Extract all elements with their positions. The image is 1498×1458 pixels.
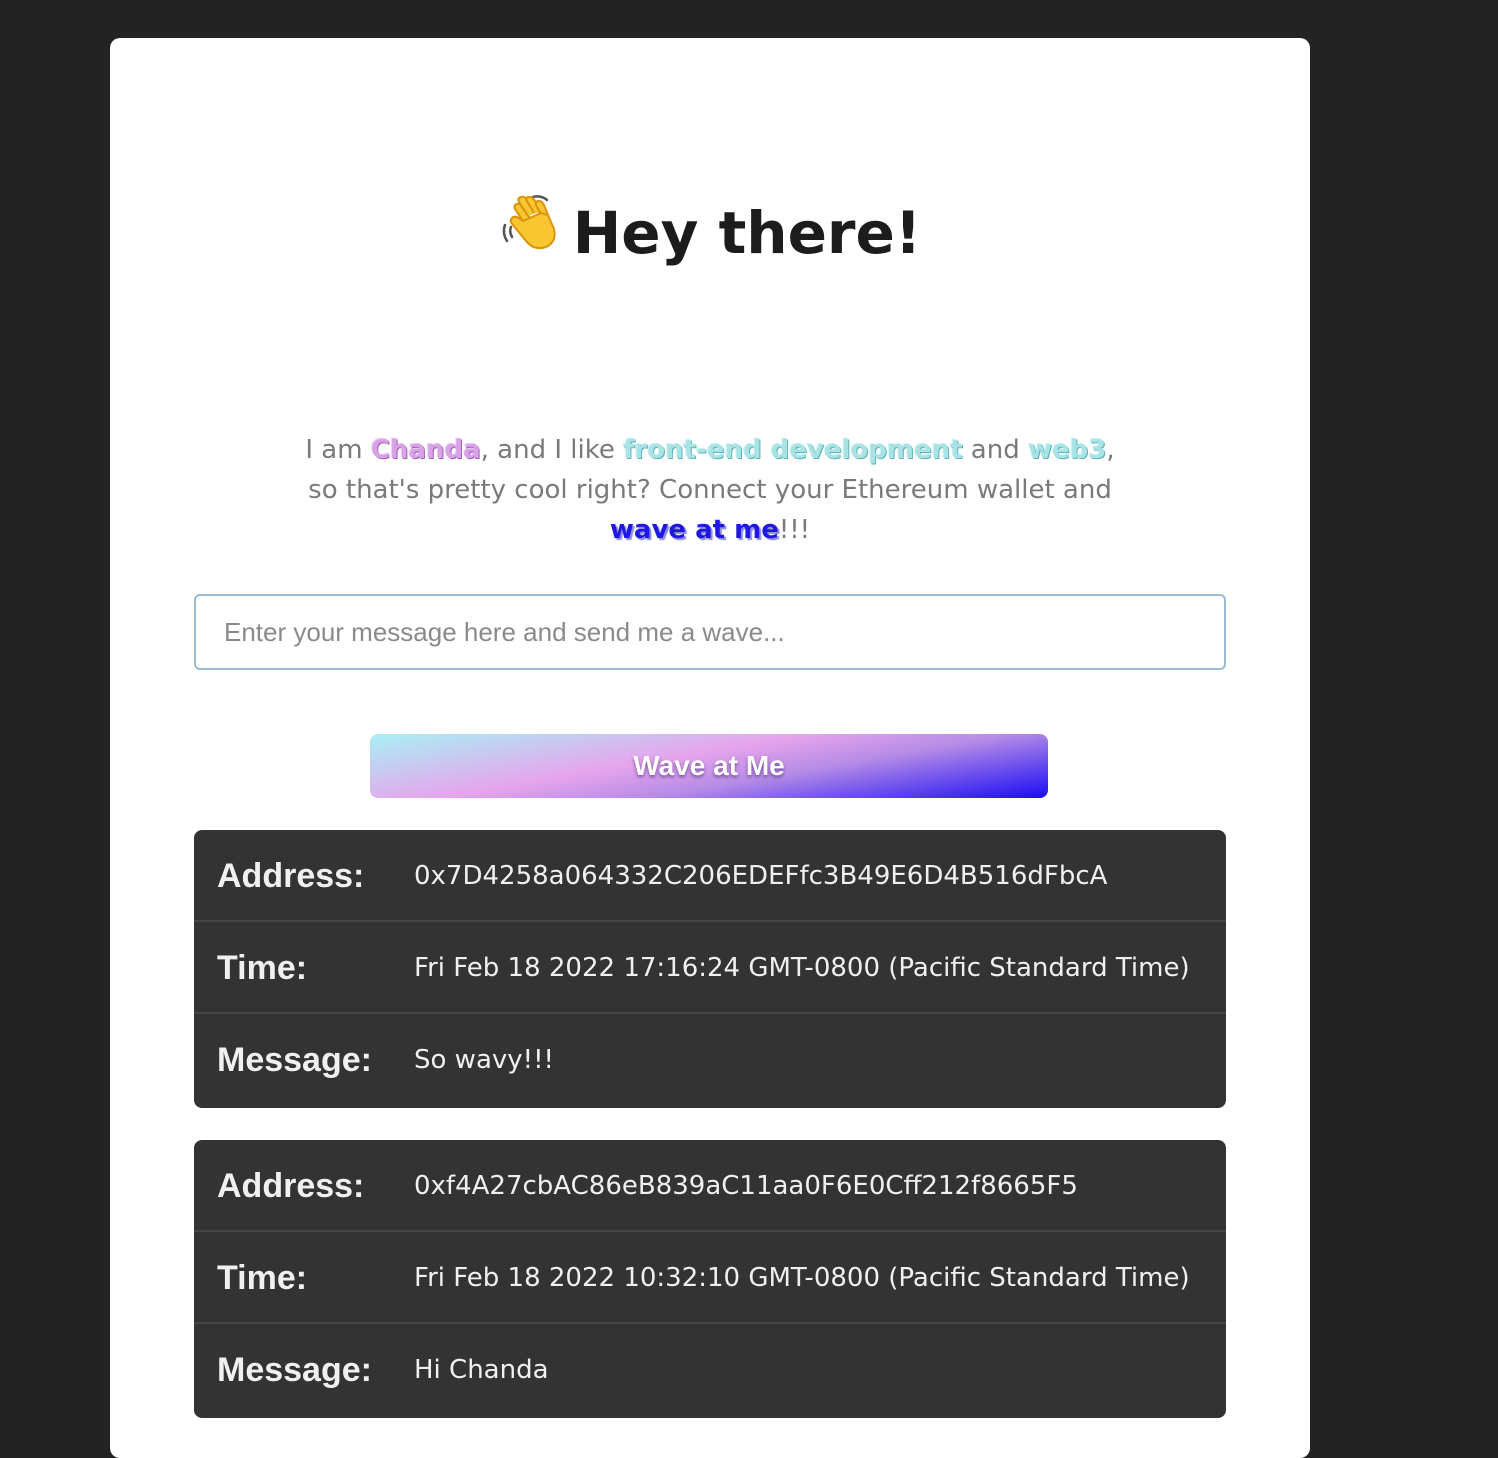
time-value: Fri Feb 18 2022 17:16:24 GMT-0800 (Pacif…: [414, 953, 1190, 983]
bio-intro: I am: [305, 435, 371, 465]
address-value: 0x7D4258a064332C206EDEFfc3B49E6D4B516dFb…: [414, 861, 1108, 891]
address-label: Address:: [217, 857, 365, 895]
message-label: Message:: [217, 1351, 372, 1389]
wave-address-row: Address: 0x7D4258a064332C206EDEFfc3B49E6…: [194, 830, 1226, 922]
wave-at-me-button[interactable]: Wave at Me: [370, 734, 1048, 798]
bio-name: Chanda: [370, 435, 481, 465]
bio-text: I am Chanda, and I like front-end develo…: [290, 430, 1130, 550]
title-text: Hey there!: [572, 199, 922, 267]
time-label: Time:: [217, 949, 308, 987]
message-value: Hi Chanda: [414, 1355, 549, 1385]
wave-entry: Address: 0x7D4258a064332C206EDEFfc3B49E6…: [194, 830, 1226, 1108]
wave-message-row: Message: So wavy!!!: [194, 1014, 1226, 1108]
bio-cta: wave at me: [609, 515, 779, 545]
wave-time-row: Time: Fri Feb 18 2022 10:32:10 GMT-0800 …: [194, 1232, 1226, 1324]
wave-entry: Address: 0xf4A27cbAC86eB839aC11aa0F6E0Cf…: [194, 1140, 1226, 1418]
address-value: 0xf4A27cbAC86eB839aC11aa0F6E0Cff212f8665…: [414, 1171, 1078, 1201]
bio-interest-frontend: front-end development: [623, 435, 963, 465]
bio-connector: , and I like: [480, 435, 624, 465]
time-label: Time:: [217, 1259, 308, 1297]
message-value: So wavy!!!: [414, 1045, 554, 1075]
waving-hand-icon: [499, 191, 565, 272]
bio-end: !!!: [778, 515, 811, 545]
bio-interest-web3: web3: [1028, 435, 1107, 465]
message-input[interactable]: [194, 594, 1226, 670]
bio-connector: and: [962, 435, 1028, 465]
wave-time-row: Time: Fri Feb 18 2022 17:16:24 GMT-0800 …: [194, 922, 1226, 1014]
time-value: Fri Feb 18 2022 10:32:10 GMT-0800 (Pacif…: [414, 1263, 1190, 1293]
main-card: Hey there! I am Chanda, and I like front…: [110, 38, 1310, 1458]
address-label: Address:: [217, 1167, 365, 1205]
wave-message-row: Message: Hi Chanda: [194, 1324, 1226, 1418]
wave-address-row: Address: 0xf4A27cbAC86eB839aC11aa0F6E0Cf…: [194, 1140, 1226, 1232]
message-label: Message:: [217, 1041, 372, 1079]
page-title: Hey there!: [110, 195, 1310, 272]
